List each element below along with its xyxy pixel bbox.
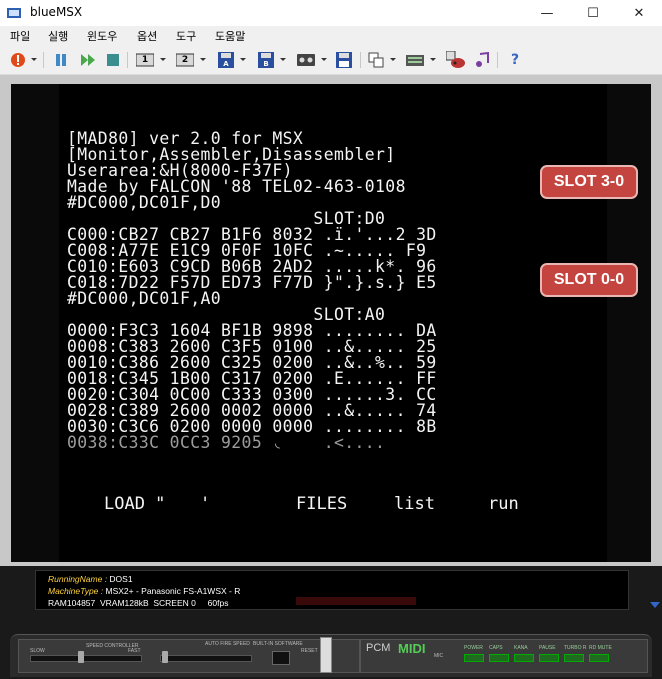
rd-mute-led-label: RD MUTE: [589, 645, 612, 651]
disk-b-label: B: [263, 60, 269, 68]
function-key-1: LOAD ": [104, 494, 166, 514]
pause-led: [539, 654, 559, 662]
menu-window[interactable]: 윈도우: [87, 28, 117, 44]
machine-type-value: MSX2+ - Panasonic FS-A1WSX - R: [105, 586, 241, 596]
fast-forward-icon[interactable]: [80, 52, 96, 68]
keyboard-dropdown-icon[interactable]: [430, 58, 436, 61]
cart2-label: 2: [181, 55, 189, 65]
toolbar-separator: [43, 52, 44, 68]
fast-label: FAST: [128, 648, 141, 654]
running-name-value: DOS1: [109, 574, 133, 584]
disk-a-label: A: [223, 60, 229, 68]
cart2-dropdown-icon[interactable]: [200, 58, 206, 61]
machine-info-box: RunningName : DOS1 MachineType : MSX2+ -…: [35, 570, 629, 610]
msx-screen[interactable]: [MAD80] ver 2.0 for MSX [Monitor,Assembl…: [11, 84, 651, 562]
music-icon[interactable]: [474, 52, 490, 68]
auto-fire-label: AUTO FIRE SPEED: [205, 641, 250, 647]
menu-tools[interactable]: 도구: [176, 28, 196, 44]
kana-led: [514, 654, 534, 662]
function-key-3: FILES: [296, 494, 348, 514]
maximize-button[interactable]: ☐: [570, 0, 616, 26]
title-bar: blueMSX — ☐ ✕: [0, 0, 662, 26]
toolbar-separator: [127, 52, 128, 68]
power-led: [464, 654, 484, 662]
screen-line: 0038:C33C 0CC3 9205 ◟ .<....: [67, 433, 386, 452]
bluemsx-app-icon: [7, 8, 21, 18]
power-led-label: POWER: [464, 645, 483, 651]
stop-icon[interactable]: [106, 52, 120, 68]
built-in-software-label: BUILT-IN SOFTWARE: [253, 641, 303, 647]
kana-led-label: KANA: [514, 645, 528, 651]
tape-icon[interactable]: [297, 52, 315, 68]
slot-annotation-badge: SLOT 0-0: [540, 263, 638, 297]
slow-label: SLOW: [30, 648, 45, 654]
disk-a-dropdown-icon[interactable]: [240, 58, 246, 61]
rd-mute-led: [589, 654, 609, 662]
speed-slider-knob[interactable]: [78, 651, 84, 663]
cart1-icon[interactable]: 1: [136, 52, 154, 68]
disk-b-dropdown-icon[interactable]: [280, 58, 286, 61]
cart1-dropdown-icon[interactable]: [160, 58, 166, 61]
disk-b-icon[interactable]: B: [258, 52, 274, 68]
scroll-down-icon[interactable]: [650, 602, 660, 608]
run-dropdown-icon[interactable]: [31, 58, 37, 61]
pause-icon[interactable]: [54, 52, 68, 68]
auto-fire-slider[interactable]: [160, 655, 252, 662]
close-button[interactable]: ✕: [616, 0, 662, 26]
menu-run[interactable]: 실행: [48, 28, 68, 44]
built-in-switch[interactable]: [272, 651, 290, 665]
help-icon[interactable]: ?: [507, 52, 523, 68]
keyboard-icon[interactable]: [406, 52, 424, 68]
turbo-led-label: TURBO R: [564, 645, 587, 651]
caps-led: [489, 654, 509, 662]
machine-stats: RAM104857 VRAM128kB SCREEN 0 60fps: [48, 598, 229, 608]
machine-type-label: MachineType :: [48, 586, 106, 596]
running-name-label: RunningName :: [48, 574, 110, 584]
reset-button[interactable]: [320, 637, 332, 673]
game-icon[interactable]: [446, 51, 466, 68]
copy-window-icon[interactable]: [368, 52, 384, 68]
copy-window-dropdown-icon[interactable]: [390, 58, 396, 61]
disk-a-icon[interactable]: A: [218, 52, 234, 68]
slot-annotation-badge: SLOT 3-0: [540, 165, 638, 199]
midi-label: MIDI: [398, 641, 426, 656]
disk-save-icon[interactable]: [336, 52, 352, 68]
reset-label: RESET: [301, 648, 318, 654]
turbo-led: [564, 654, 584, 662]
toolbar-separator: [360, 52, 361, 68]
cart2-icon[interactable]: 2: [176, 52, 194, 68]
pcm-label: PCM: [366, 642, 391, 654]
menu-options[interactable]: 옵션: [137, 28, 157, 44]
audio-meter: [296, 597, 416, 605]
function-key-5: run: [488, 494, 519, 514]
tape-dropdown-icon[interactable]: [321, 58, 327, 61]
menu-help[interactable]: 도움말: [215, 28, 245, 44]
run-icon[interactable]: [10, 52, 26, 68]
function-key-4: list: [394, 494, 435, 514]
window-title: blueMSX: [30, 5, 83, 19]
speed-slider[interactable]: [30, 655, 142, 662]
toolbar-separator: [497, 52, 498, 68]
auto-fire-knob[interactable]: [162, 651, 168, 663]
toolbar: 1 2 A B ?: [0, 46, 662, 75]
pause-led-label: PAUSE: [539, 645, 556, 651]
minimize-button[interactable]: —: [524, 0, 570, 26]
menu-bar: 파일 실행 윈도우 옵션 도구 도움말: [0, 26, 662, 46]
cart1-label: 1: [141, 55, 149, 65]
menu-file[interactable]: 파일: [10, 28, 30, 44]
function-key-2: ': [200, 494, 211, 514]
caps-led-label: CAPS: [489, 645, 503, 651]
mic-label: MIC: [434, 653, 444, 659]
